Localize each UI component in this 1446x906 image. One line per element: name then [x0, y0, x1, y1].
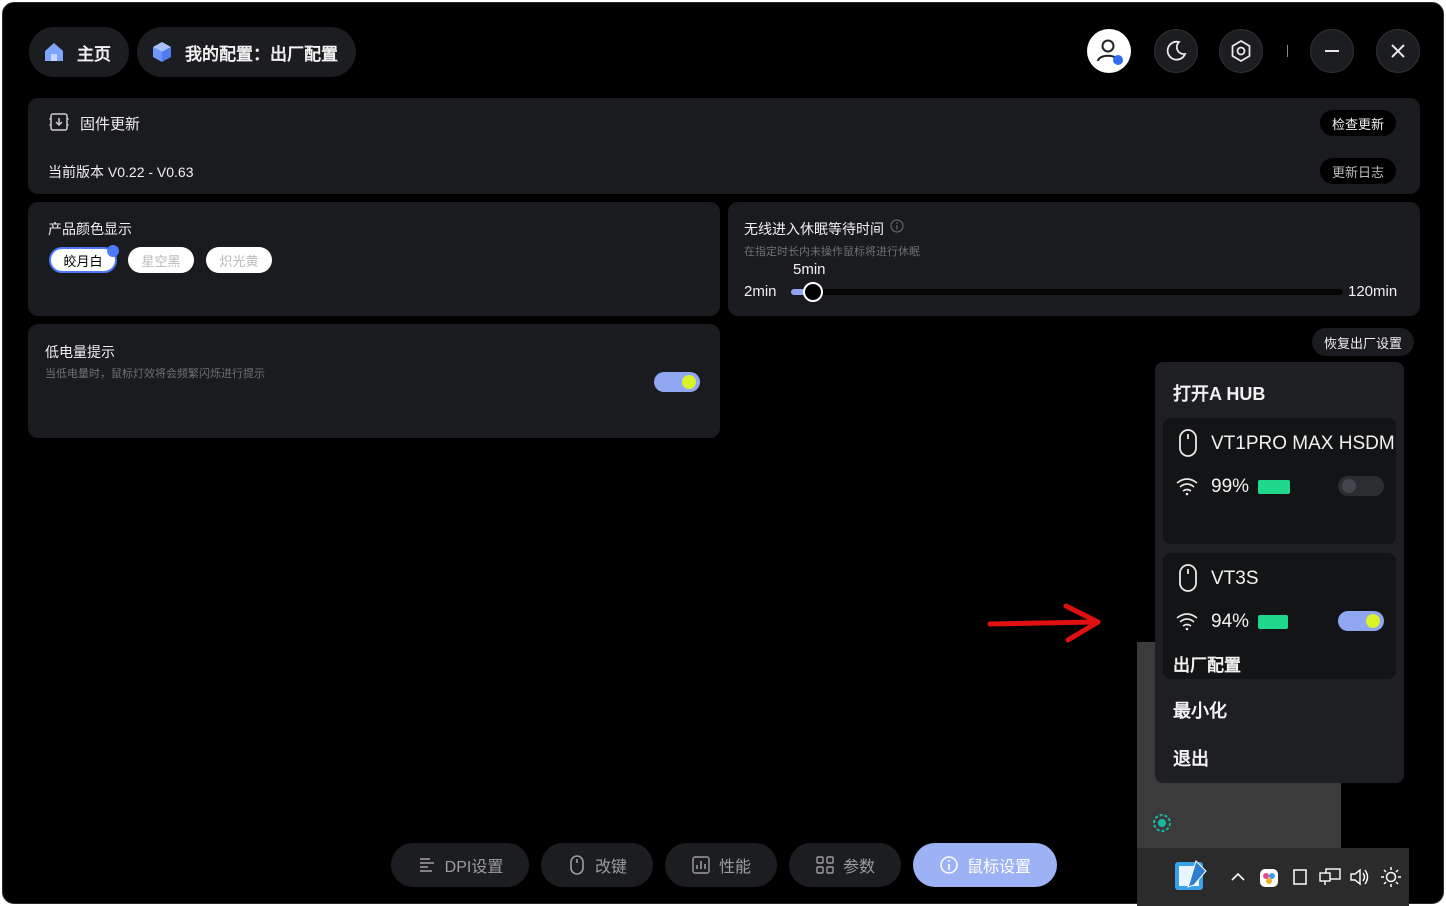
list-icon — [417, 855, 437, 875]
firmware-chip-icon — [48, 111, 70, 138]
tab-performance[interactable]: 性能 — [665, 843, 777, 887]
firmware-title: 固件更新 — [80, 116, 141, 133]
user-icon — [1097, 39, 1123, 65]
device-name: VT1PRO MAX HSDM — [1211, 433, 1395, 454]
tab-label: 鼠标设置 — [966, 859, 1031, 876]
grid-icon — [815, 855, 835, 875]
info-icon[interactable] — [890, 219, 904, 238]
sleep-title: 无线进入休眠等待时间 — [744, 221, 884, 237]
wifi-icon — [1175, 611, 1199, 636]
notepad-app-icon[interactable] — [1171, 856, 1211, 894]
minus-icon — [1325, 50, 1339, 52]
mouse-icon — [1177, 428, 1199, 463]
home-button[interactable]: 主页 — [29, 27, 129, 77]
open-hub-item[interactable]: 打开A HUB — [1173, 380, 1265, 406]
header-divider — [1287, 45, 1288, 57]
device-card: VT1PRO MAX HSDM 99% — [1163, 418, 1396, 544]
volume-icon[interactable] — [1347, 866, 1371, 888]
settings-button[interactable] — [1219, 29, 1263, 73]
check-icon — [107, 245, 119, 257]
device-card: VT3S 94% 出厂配置 — [1163, 553, 1396, 679]
tab-label: 性能 — [718, 859, 751, 876]
battery-icon — [1258, 615, 1288, 629]
device-toggle[interactable] — [1338, 611, 1384, 631]
minimize-button[interactable] — [1310, 29, 1354, 73]
gear-icon — [1231, 39, 1251, 63]
tray-context-menu: 打开A HUB VT1PRO MAX HSDM 99% VT3S 94% 出厂配… — [1155, 362, 1404, 783]
mouse-icon — [1177, 563, 1199, 598]
network-icon[interactable] — [1317, 866, 1343, 888]
tab-key-remap[interactable]: 改键 — [541, 843, 653, 887]
device-name: VT3S — [1211, 568, 1259, 589]
config-label: 我的配置：出厂配置 — [185, 44, 338, 64]
window-icon[interactable] — [1289, 866, 1311, 888]
color-option-black[interactable]: 星空黑 — [128, 247, 194, 273]
toggle-knob — [682, 375, 696, 389]
battery-percent: 94% — [1211, 611, 1250, 632]
check-update-button[interactable]: 检查更新 — [1320, 110, 1397, 136]
tab-dpi-settings[interactable]: DPI设置 — [391, 843, 529, 887]
colorful-app-icon[interactable] — [1257, 866, 1281, 890]
cube-icon — [149, 39, 175, 65]
wifi-icon — [1175, 476, 1199, 501]
close-button[interactable] — [1376, 29, 1420, 73]
sleep-min-label: 2min — [744, 283, 777, 300]
tray-app-icon[interactable] — [1151, 812, 1173, 839]
device-config-label[interactable]: 出厂配置 — [1173, 651, 1241, 676]
sleep-value-label: 5min — [793, 261, 826, 278]
sleep-subtitle: 在指定时长内未操作鼠标将进行休眠 — [744, 246, 920, 258]
low-battery-toggle[interactable] — [654, 372, 700, 392]
user-avatar-button[interactable] — [1087, 29, 1131, 73]
color-option-yellow[interactable]: 炽光黄 — [206, 247, 272, 273]
device-toggle[interactable] — [1338, 476, 1384, 496]
mouse-icon — [567, 854, 587, 876]
low-battery-title: 低电量提示 — [45, 344, 115, 360]
tab-mouse-settings[interactable]: 鼠标设置 — [913, 843, 1057, 887]
config-selector[interactable]: 我的配置：出厂配置 — [137, 27, 356, 77]
toggle-knob — [1366, 614, 1380, 628]
chart-icon — [691, 855, 711, 875]
exit-item[interactable]: 退出 — [1173, 745, 1209, 771]
sleep-slider-track[interactable] — [791, 282, 1343, 302]
home-icon — [41, 39, 67, 65]
battery-percent: 99% — [1211, 476, 1250, 497]
info-icon — [939, 855, 959, 875]
dark-mode-button[interactable] — [1154, 29, 1198, 73]
tab-label: DPI设置 — [444, 859, 504, 876]
color-option-white[interactable]: 皎月白 — [49, 245, 119, 273]
low-battery-subtitle: 当低电量时，鼠标灯效将会频繁闪烁进行提示 — [45, 368, 265, 380]
toggle-knob — [1342, 479, 1356, 493]
close-icon — [1391, 44, 1405, 58]
tab-label: 参数 — [842, 859, 875, 876]
sleep-slider-handle[interactable] — [803, 282, 823, 302]
low-battery-card: 低电量提示 当低电量时，鼠标灯效将会频繁闪烁进行提示 — [28, 324, 720, 438]
battery-icon — [1258, 480, 1290, 494]
tab-label: 改键 — [594, 859, 627, 876]
tab-parameters[interactable]: 参数 — [789, 843, 901, 887]
annotation-arrow — [987, 603, 1101, 643]
brightness-icon[interactable] — [1379, 865, 1403, 889]
minimize-item[interactable]: 最小化 — [1173, 697, 1227, 723]
taskbar — [1137, 848, 1409, 906]
changelog-button[interactable]: 更新日志 — [1320, 158, 1397, 184]
moon-icon — [1166, 40, 1187, 61]
color-display-title: 产品颜色显示 — [48, 221, 132, 237]
home-label: 主页 — [77, 44, 111, 64]
sleep-max-label: 120min — [1348, 283, 1398, 300]
firmware-card: 固件更新 当前版本 V0.22 - V0.63 检查更新 更新日志 — [28, 98, 1420, 194]
firmware-version: 当前版本 V0.22 - V0.63 — [48, 164, 194, 180]
color-option-label: 皎月白 — [63, 253, 103, 269]
sleep-card: 无线进入休眠等待时间 在指定时长内未操作鼠标将进行休眠 5min 2min 12… — [728, 202, 1420, 316]
chevron-up-icon[interactable] — [1227, 866, 1249, 888]
factory-reset-button[interactable]: 恢复出厂设置 — [1312, 328, 1415, 356]
